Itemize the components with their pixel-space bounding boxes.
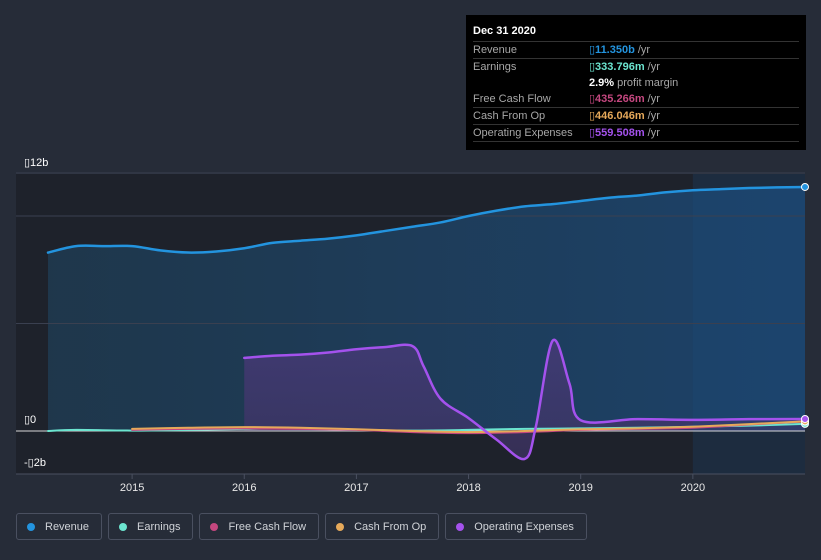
tooltip-row-label: Operating Expenses bbox=[473, 127, 573, 139]
legend-dot-icon bbox=[456, 522, 465, 531]
legend-label: Revenue bbox=[45, 520, 90, 533]
tooltip-row: Cash From Op ▯446.046m /yr bbox=[473, 108, 799, 125]
tooltip-row-unit: /yr bbox=[644, 93, 660, 105]
legend-dot-icon bbox=[119, 522, 128, 531]
tooltip-row: Earnings ▯333.796m /yr bbox=[473, 59, 799, 75]
legend-item-free-cash-flow[interactable]: Free Cash Flow bbox=[199, 513, 320, 540]
legend: Revenue Earnings Free Cash Flow Cash From O… bbox=[16, 513, 587, 540]
tooltip-row-value: 2.9% profit margin bbox=[589, 77, 679, 89]
revenue-end-marker bbox=[801, 182, 809, 191]
operating-expenses-end-marker bbox=[801, 414, 809, 423]
tooltip-row: Free Cash Flow ▯435.266m /yr bbox=[473, 91, 799, 108]
legend-label: Cash From Op bbox=[354, 520, 427, 533]
legend-item-cash-from-op[interactable]: Cash From Op bbox=[325, 513, 440, 540]
tooltip-row-unit: /yr bbox=[644, 127, 660, 139]
tooltip-row-unit: /yr bbox=[644, 110, 660, 122]
tooltip-row-unit: profit margin bbox=[614, 77, 679, 89]
legend-label: Operating Expenses bbox=[474, 520, 574, 533]
tooltip-row-unit: /yr bbox=[644, 61, 660, 73]
y-tick-label: ▯0 bbox=[24, 414, 36, 426]
x-tick-label: 2015 bbox=[120, 482, 144, 494]
x-tick-label: 2020 bbox=[681, 482, 705, 494]
tooltip-row-unit: /yr bbox=[634, 44, 651, 56]
legend-item-earnings[interactable]: Earnings bbox=[108, 513, 194, 540]
y-tick-label: ▯12b bbox=[24, 157, 48, 169]
x-tick-label: 2017 bbox=[344, 482, 368, 494]
tooltip-row-value: ▯333.796m /yr bbox=[589, 61, 660, 73]
tooltip: Dec 31 2020 Revenue ▯11.350b /yr Earnings ▯… bbox=[466, 15, 806, 150]
tooltip-row-value: ▯446.046m /yr bbox=[589, 110, 660, 122]
legend-dot-icon bbox=[210, 522, 219, 531]
legend-label: Earnings bbox=[137, 520, 181, 533]
tooltip-row: 2.9% profit margin bbox=[473, 75, 799, 91]
tooltip-row: Revenue ▯11.350b /yr bbox=[473, 42, 799, 59]
tooltip-row-value: ▯435.266m /yr bbox=[589, 93, 660, 105]
tooltip-row-value: ▯11.350b /yr bbox=[589, 44, 651, 56]
tooltip-date: Dec 31 2020 bbox=[473, 23, 799, 42]
tooltip-row-label: Cash From Op bbox=[473, 110, 546, 122]
tooltip-row-value: ▯559.508m /yr bbox=[589, 127, 660, 139]
x-tick-label: 2018 bbox=[456, 482, 480, 494]
x-tick-label: 2019 bbox=[568, 482, 592, 494]
legend-dot-icon bbox=[27, 522, 35, 531]
legend-dot-icon bbox=[336, 522, 345, 531]
y-tick-label: -▯2b bbox=[24, 457, 46, 469]
tooltip-row: Operating Expenses ▯559.508m /yr bbox=[473, 125, 799, 142]
legend-item-revenue[interactable]: Revenue bbox=[16, 513, 103, 540]
tooltip-row-label: Free Cash Flow bbox=[473, 93, 551, 105]
tooltip-row-label: Earnings bbox=[473, 61, 517, 73]
x-tick-label: 2016 bbox=[232, 482, 256, 494]
tooltip-row-label: Revenue bbox=[473, 44, 518, 56]
legend-item-operating-expenses[interactable]: Operating Expenses bbox=[445, 513, 587, 540]
legend-label: Free Cash Flow bbox=[228, 520, 307, 533]
tooltip-row-label bbox=[473, 75, 589, 91]
